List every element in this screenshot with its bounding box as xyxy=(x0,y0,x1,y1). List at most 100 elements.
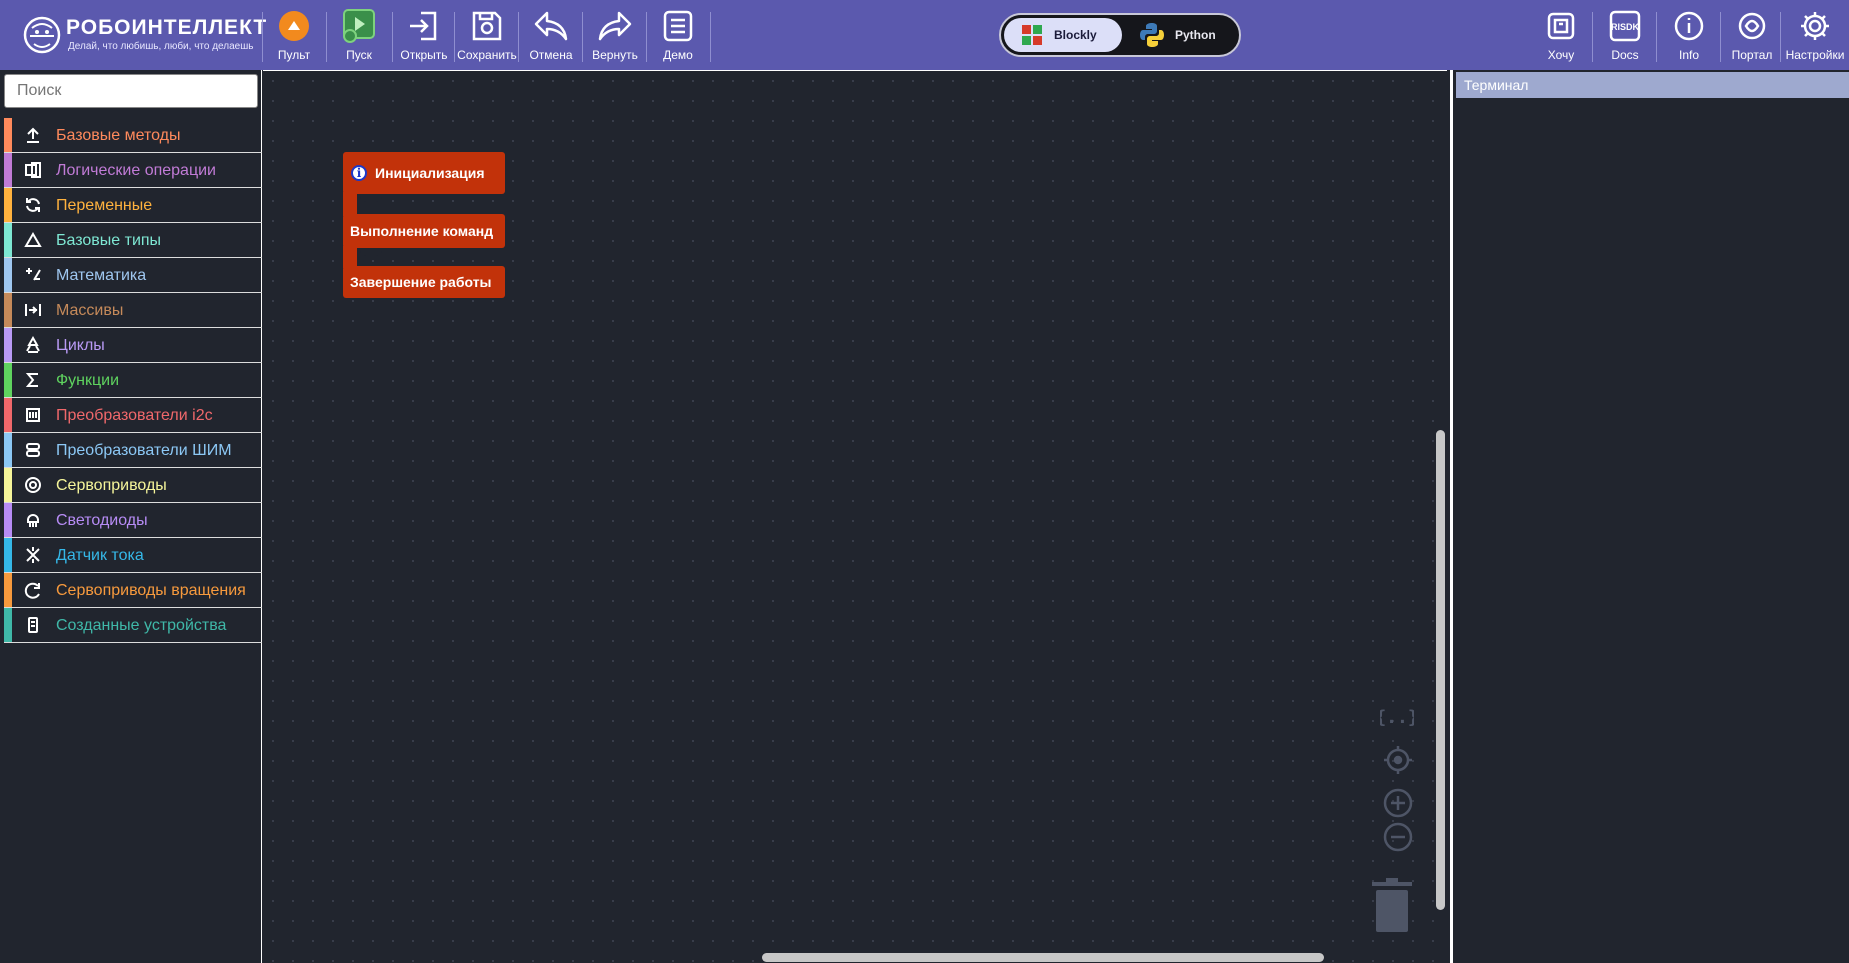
category-item[interactable]: Преобразователи ШИМ xyxy=(4,433,262,468)
sigma-icon xyxy=(25,373,38,387)
category-item[interactable]: Логические операции xyxy=(4,153,262,188)
pult-button[interactable]: Пульт xyxy=(274,0,314,70)
upload-icon xyxy=(27,127,39,143)
zoom-in-icon[interactable] xyxy=(1383,788,1413,818)
category-label: Сервоприводы вращения xyxy=(56,582,246,599)
category-label: Базовые методы xyxy=(56,127,181,144)
open-button[interactable]: Открыть xyxy=(396,0,452,70)
block-notch xyxy=(360,194,382,202)
undo-button[interactable]: Отмена xyxy=(526,0,576,70)
category-item[interactable]: Базовые методы xyxy=(4,118,262,153)
info-button[interactable]: Info xyxy=(1670,0,1708,70)
category-color-bar xyxy=(4,433,12,467)
category-label: Преобразователи i2c xyxy=(56,407,213,424)
blockly-mode-button[interactable]: Blockly xyxy=(1004,18,1122,52)
editor-mode-toggle: Blockly Python xyxy=(999,13,1241,57)
category-item[interactable]: Переменные xyxy=(4,188,262,223)
portal-label: Портал xyxy=(1731,48,1773,62)
category-item[interactable]: Массивы xyxy=(4,293,262,328)
category-label: Базовые типы xyxy=(56,232,162,249)
save-button[interactable]: Сохранить xyxy=(456,0,518,70)
recenter-icon[interactable] xyxy=(1383,745,1413,775)
zoom-out-icon[interactable] xyxy=(1383,822,1413,852)
category-label: Датчик тока xyxy=(56,547,144,564)
brand-logo[interactable]: РОБОИНТЕЛЛЕКТ Делай, что любишь, люби, ч… xyxy=(18,12,266,58)
toolbar-divider xyxy=(518,12,519,62)
demo-button[interactable]: Демо xyxy=(658,0,698,70)
init-block[interactable]: i Инициализация xyxy=(343,152,505,194)
category-color-bar xyxy=(4,538,12,572)
undo-label: Отмена xyxy=(529,48,573,62)
open-file-icon xyxy=(410,11,437,41)
i2c-icon xyxy=(26,408,40,422)
portal-button[interactable]: Портал xyxy=(1730,0,1774,70)
category-item[interactable]: Математика xyxy=(4,258,262,293)
category-label: Светодиоды xyxy=(56,512,148,529)
search-input[interactable] xyxy=(4,74,258,108)
info-label: Info xyxy=(1678,48,1699,62)
info-icon xyxy=(1674,11,1704,41)
block-connector xyxy=(343,246,357,268)
category-label: Функции xyxy=(56,372,120,389)
docs-icon-text: RISDK xyxy=(1611,22,1640,32)
end-block-label: Завершение работы xyxy=(350,274,492,290)
workspace-vertical-scrollbar[interactable] xyxy=(1436,430,1445,910)
device-icon xyxy=(28,617,38,633)
category-item[interactable]: Сервоприводы вращения xyxy=(4,573,262,608)
redo-arrow-icon xyxy=(598,11,632,41)
run-button[interactable]: Пуск xyxy=(338,0,380,70)
brand-title: РОБОИНТЕЛЛЕКТ xyxy=(66,16,268,39)
rotation-icon xyxy=(24,582,40,599)
docs-button[interactable]: RISDK Docs xyxy=(1606,0,1644,70)
redo-button[interactable]: Вернуть xyxy=(588,0,642,70)
undo-arrow-icon xyxy=(534,11,568,41)
want-button[interactable]: Хочу xyxy=(1542,0,1580,70)
settings-label: Настройки xyxy=(1785,48,1845,62)
save-label: Сохранить xyxy=(457,48,517,62)
category-item[interactable]: Светодиоды xyxy=(4,503,262,538)
exec-block[interactable]: Выполнение команд xyxy=(343,214,505,248)
gear-icon xyxy=(25,477,41,493)
toolbar-divider xyxy=(582,12,583,62)
toolbar-divider xyxy=(392,12,393,62)
logic-icon xyxy=(25,162,41,178)
settings-button[interactable]: Настройки xyxy=(1784,0,1846,70)
category-label: Массивы xyxy=(56,302,124,319)
category-label: Созданные устройства xyxy=(56,617,227,634)
workspace-horizontal-scrollbar[interactable] xyxy=(762,953,1324,962)
terminal-panel: Терминал xyxy=(1450,70,1849,963)
code-braces-icon[interactable]: {..} xyxy=(1380,706,1414,730)
category-color-bar xyxy=(4,293,12,327)
category-item[interactable]: Циклы xyxy=(4,328,262,363)
led-icon xyxy=(27,514,39,527)
run-play-icon xyxy=(343,9,375,43)
block-categories-sidebar: Базовые методы Логические операции Перемен… xyxy=(0,70,262,963)
toolbar-divider xyxy=(1592,12,1593,62)
toolbar-divider xyxy=(1656,12,1657,62)
end-block[interactable]: Завершение работы xyxy=(343,266,505,298)
category-item[interactable]: Датчик тока xyxy=(4,538,262,573)
category-label: Сервоприводы xyxy=(56,477,167,494)
trash-icon[interactable] xyxy=(1370,878,1414,934)
category-item[interactable]: Созданные устройства xyxy=(4,608,262,643)
refresh-icon xyxy=(26,198,40,212)
python-mode-button[interactable]: Python xyxy=(1123,18,1235,52)
category-item[interactable]: Функции xyxy=(4,363,262,398)
info-icon: i xyxy=(351,165,367,181)
python-mode-label: Python xyxy=(1175,28,1216,42)
category-item[interactable]: Преобразователи i2c xyxy=(4,398,262,433)
category-item[interactable]: Сервоприводы xyxy=(4,468,262,503)
category-color-bar xyxy=(4,153,12,187)
pwm-icon xyxy=(26,443,40,457)
demo-list-icon xyxy=(663,10,693,42)
robot-head-logo-icon xyxy=(23,16,61,54)
category-label: Преобразователи ШИМ xyxy=(56,442,232,459)
gear-icon xyxy=(1801,12,1829,40)
category-item[interactable]: Базовые типы xyxy=(4,223,262,258)
pult-label: Пульт xyxy=(277,48,311,62)
python-logo-icon xyxy=(1140,23,1164,47)
top-toolbar: РОБОИНТЕЛЛЕКТ Делай, что любишь, люби, ч… xyxy=(0,0,1849,70)
blockly-workspace[interactable] xyxy=(263,70,1447,963)
terminal-title: Терминал xyxy=(1456,72,1849,98)
category-color-bar xyxy=(4,468,12,502)
